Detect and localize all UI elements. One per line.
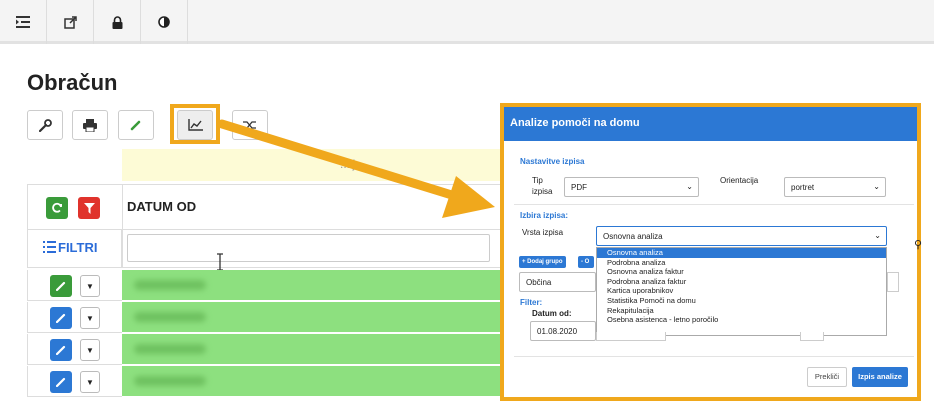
print-analysis-button[interactable]: Izpis analize (852, 367, 908, 387)
kind-option[interactable]: Kartica uporabnikov (597, 286, 886, 296)
type-select[interactable]: PDF ⌄ (564, 177, 699, 197)
section-settings: Nastavitve izpisa (520, 157, 585, 166)
search-icon: ⚲ (914, 239, 923, 251)
section-filter: Filter: (520, 298, 543, 307)
kind-option[interactable]: Rekapitulacija (597, 306, 886, 316)
chevron-down-icon: ⌄ (873, 182, 880, 191)
orientation-label: Orientacija (720, 176, 759, 185)
date-from-picker[interactable] (596, 332, 666, 341)
date-to-picker[interactable] (800, 332, 824, 341)
modal-header: Analize pomoči na domu (504, 107, 917, 141)
chevron-down-icon: ⌄ (874, 231, 881, 240)
kind-options-list[interactable]: Osnovna analiza Podrobna analiza Osnovna… (596, 247, 887, 336)
kind-option[interactable]: Podrobna analiza (597, 258, 886, 268)
cancel-button[interactable]: Prekliči (807, 367, 847, 387)
date-from-label: Datum od: (532, 309, 572, 318)
kind-option[interactable]: Podrobna analiza faktur (597, 277, 886, 287)
divider (514, 356, 914, 357)
group-select[interactable]: Občina (519, 272, 596, 292)
kind-option[interactable]: Osnovna analiza faktur (597, 267, 886, 277)
remove-group-button[interactable]: - O (578, 256, 594, 268)
group-side-control[interactable] (887, 272, 899, 292)
divider (514, 204, 914, 205)
type-label-2: izpisa (532, 187, 553, 196)
kind-select[interactable]: Osnovna analiza ⌄ (596, 226, 887, 246)
chevron-down-icon: ⌄ (686, 182, 693, 191)
kind-option[interactable]: Osebna asistenca - letno poročilo (597, 315, 886, 325)
add-group-button[interactable]: + Dodaj grupo (519, 256, 566, 268)
modal-title: Analize pomoči na domu (510, 117, 640, 129)
kind-option[interactable]: Statistika Pomoči na domu (597, 296, 886, 306)
kind-label: Vrsta izpisa (522, 228, 564, 237)
section-choice: Izbira izpisa: (520, 211, 569, 220)
type-label: Tip (532, 176, 543, 185)
kind-option[interactable]: Osnovna analiza (597, 248, 886, 258)
date-from-input[interactable]: 01.08.2020 (530, 321, 596, 341)
orientation-select[interactable]: portret ⌄ (784, 177, 886, 197)
